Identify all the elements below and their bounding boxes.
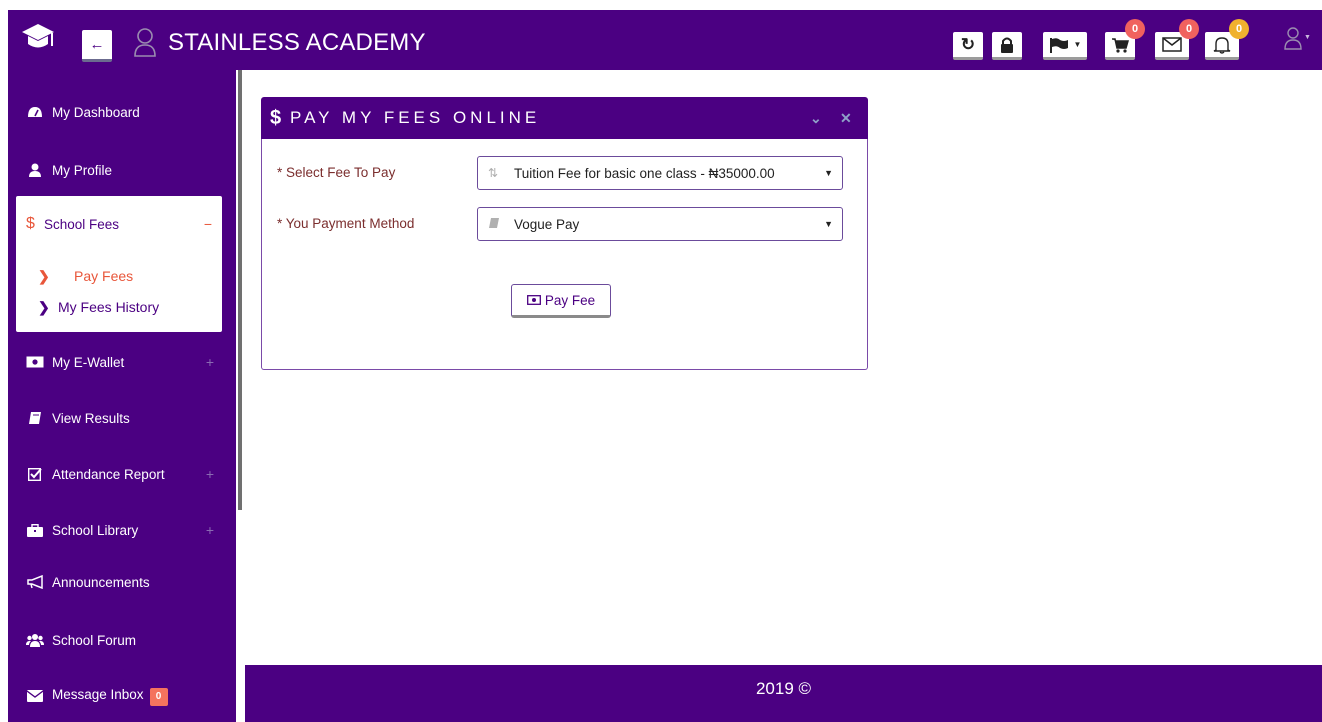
dollar-icon: $	[270, 106, 282, 129]
sidebar-item-profile[interactable]: My Profile	[8, 150, 236, 190]
payment-method-select[interactable]: Vogue Pay ▼	[477, 207, 843, 241]
dashboard-icon	[26, 104, 44, 120]
footer-copyright: 2019 ©	[755, 679, 812, 698]
notifications-count-badge: 0	[1229, 19, 1249, 39]
arrow-left-icon: ←	[89, 36, 105, 53]
bell-icon	[1213, 36, 1231, 54]
sidebar-item-attendance-report[interactable]: Attendance Report +	[8, 454, 236, 494]
pay-fees-panel: $ PAY MY FEES ONLINE ⌄ ✕ * Select Fee To…	[261, 97, 868, 370]
sidebar-item-announcements[interactable]: Announcements	[8, 562, 236, 602]
chevron-right-icon: ❯	[38, 267, 50, 284]
book-icon	[488, 217, 500, 232]
money-icon	[526, 295, 541, 305]
fee-select-value: Tuition Fee for basic one class - ₦35000…	[514, 165, 775, 181]
chevron-down-icon: ▼	[1304, 34, 1311, 41]
lock-icon	[1001, 37, 1013, 53]
chevron-down-icon: ▼	[824, 219, 833, 229]
payment-method-label: * You Payment Method	[277, 216, 415, 231]
sidebar-group-school-fees: $ School Fees − ❯ Pay Fees ❯ My Fees His…	[16, 196, 222, 332]
footer: 2019 ©	[245, 665, 1322, 722]
inbox-count-badge: 0	[149, 687, 168, 706]
sidebar-subitem-fees-history[interactable]: ❯ My Fees History	[16, 293, 222, 321]
sidebar-item-view-results[interactable]: View Results	[8, 398, 236, 438]
expand-icon: +	[205, 354, 214, 370]
wallet-icon	[26, 354, 44, 370]
sidebar-item-school-fees[interactable]: $ School Fees −	[16, 196, 222, 252]
user-avatar-icon	[1284, 27, 1302, 50]
fee-select-label: * Select Fee To Pay	[277, 165, 396, 180]
user-icon	[26, 162, 44, 178]
sort-alpha-icon: ⇅	[488, 166, 499, 180]
panel-header: $ PAY MY FEES ONLINE ⌄ ✕	[261, 97, 868, 139]
checkbox-icon	[26, 466, 44, 482]
sidebar-item-e-wallet[interactable]: My E-Wallet +	[8, 342, 236, 382]
fee-select[interactable]: ⇅ Tuition Fee for basic one class - ₦350…	[477, 156, 843, 190]
user-menu[interactable]: ▼	[1284, 26, 1316, 54]
cart-count-badge: 0	[1125, 19, 1145, 39]
lock-button[interactable]	[992, 32, 1022, 60]
envelope-icon	[1162, 37, 1182, 52]
briefcase-icon	[26, 522, 44, 538]
messages-button[interactable]: 0	[1155, 19, 1199, 60]
sidebar-item-school-library[interactable]: School Library +	[8, 510, 236, 550]
panel-title: PAY MY FEES ONLINE	[290, 108, 541, 127]
notifications-button[interactable]: 0	[1205, 19, 1249, 60]
messages-count-badge: 0	[1179, 19, 1199, 39]
app-title: STAINLESS ACADEMY	[168, 29, 426, 56]
envelope-icon	[26, 688, 44, 704]
megaphone-icon	[26, 574, 44, 590]
graduation-cap-icon[interactable]	[20, 22, 56, 56]
panel-body: * Select Fee To Pay ⇅ Tuition Fee for ba…	[261, 139, 868, 370]
sidebar-scrollbar[interactable]	[236, 70, 244, 510]
cart-button[interactable]: 0	[1105, 19, 1145, 60]
dollar-icon: $	[26, 215, 35, 232]
collapse-icon: −	[203, 216, 212, 232]
expand-icon: +	[205, 522, 214, 538]
sidebar-item-label: Message Inbox	[52, 686, 144, 702]
user-avatar-icon	[132, 26, 158, 58]
pay-fee-button-label: Pay Fee	[544, 292, 596, 308]
book-icon	[26, 410, 44, 426]
payment-method-value: Vogue Pay	[514, 216, 580, 232]
chevron-down-icon: ▼	[824, 168, 833, 178]
pay-fee-button[interactable]: Pay Fee	[511, 284, 611, 318]
sidebar: My Dashboard My Profile $ School Fees − …	[8, 70, 236, 722]
collapse-panel-icon[interactable]: ⌄	[810, 110, 822, 127]
cart-icon	[1112, 37, 1129, 53]
sidebar-item-school-forum[interactable]: School Forum	[8, 620, 236, 660]
chevron-right-icon: ❯	[38, 298, 50, 315]
sidebar-subitem-pay-fees[interactable]: ❯ Pay Fees	[16, 262, 222, 290]
close-panel-icon[interactable]: ✕	[840, 110, 852, 127]
flag-dropdown-button[interactable]: ▼	[1043, 32, 1087, 60]
chevron-down-icon: ▼	[1073, 40, 1082, 49]
expand-icon: +	[205, 466, 214, 482]
users-icon	[26, 632, 44, 648]
flag-icon	[1049, 37, 1068, 53]
back-button[interactable]: ←	[82, 30, 112, 62]
top-navbar: ← STAINLESS ACADEMY ↻ ▼ 0 0 0 ▼	[8, 10, 1322, 70]
refresh-button[interactable]: ↻	[953, 32, 983, 60]
refresh-icon: ↻	[960, 34, 976, 54]
sidebar-item-dashboard[interactable]: My Dashboard	[8, 92, 236, 132]
sidebar-item-message-inbox[interactable]: Message Inbox 0	[8, 676, 236, 716]
